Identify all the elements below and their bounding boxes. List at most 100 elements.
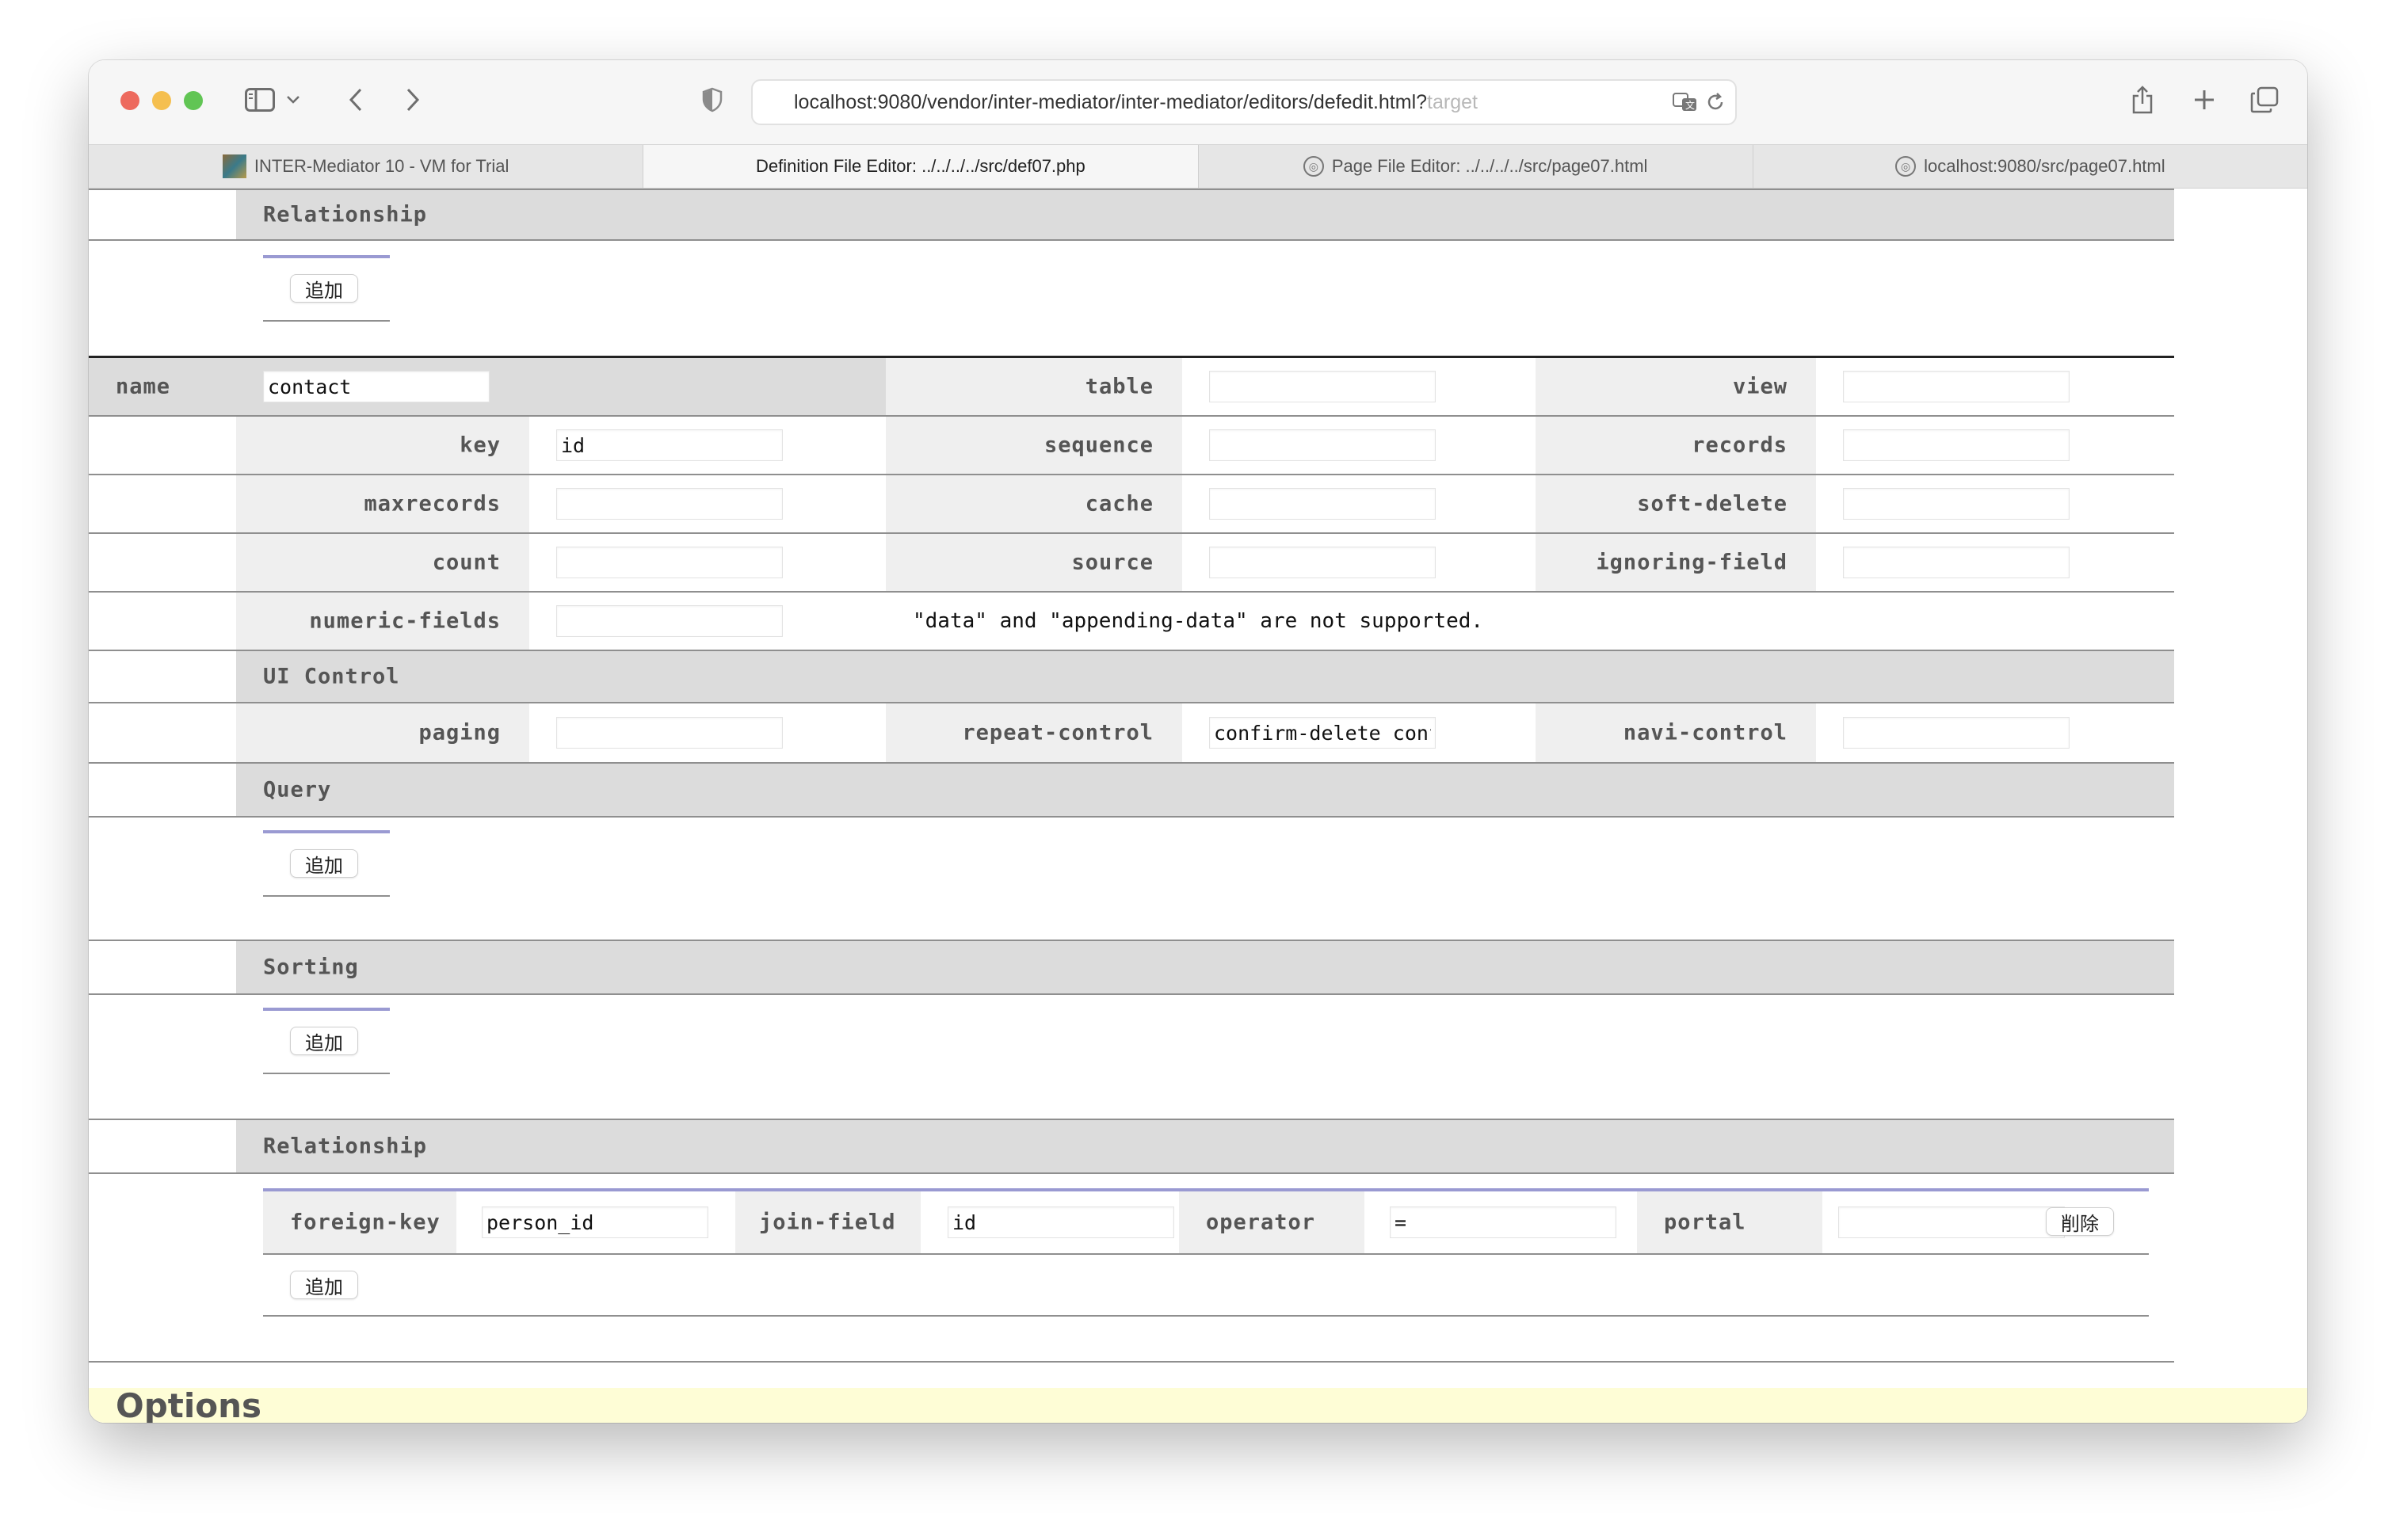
query-body: 追加 [89,818,2174,941]
navi-control-label: navi-control [1623,720,1787,745]
tab-page07[interactable]: ◎ localhost:9080/src/page07.html [1753,145,2307,188]
reload-icon[interactable] [1705,92,1726,112]
privacy-shield-icon[interactable] [700,84,724,116]
chevron-down-icon[interactable] [284,84,303,116]
context-row-numeric-fields: numeric-fields "data" and "appending-dat… [89,593,2174,651]
table-label-cell: table [886,358,1182,415]
name-input[interactable] [263,371,490,402]
numeric-fields-label: numeric-fields [309,608,501,634]
relationship-body: foreign-key join-field operator portal 削… [89,1174,2174,1363]
relationship-add-button[interactable]: 追加 [290,1271,358,1299]
count-input[interactable] [556,547,783,578]
context-row-maxrecords: maxrecords cache soft-delete [89,475,2174,534]
url-text: localhost:9080/vendor/inter-mediator/int… [794,90,1428,113]
query-header-row: Query [89,764,2174,818]
source-label: source [1071,550,1154,575]
add-box: 追加 [263,1008,390,1074]
section-title: Relationship [263,1134,428,1159]
address-bar[interactable]: localhost:9080/vendor/inter-mediator/int… [751,79,1737,125]
table-input[interactable] [1209,371,1436,402]
count-label-cell: count [236,534,529,591]
tab-page-file-editor[interactable]: ◎ Page File Editor: ../../../../src/page… [1199,145,1753,188]
app-favicon-icon [222,154,246,178]
section-header: Relationship [236,1120,2174,1172]
add-box: 追加 [263,830,390,897]
tab-label: Definition File Editor: ../../../../src/… [756,156,1085,176]
source-input[interactable] [1209,547,1436,578]
join-field-label: join-field [759,1210,896,1235]
sorting-header-row: Sorting [89,941,2174,995]
section-header: Sorting [236,941,2174,993]
options-title: Options [116,1386,261,1423]
count-label: count [432,550,501,575]
numeric-fields-label-cell: numeric-fields [236,593,529,650]
tab-definition-file-editor[interactable]: Definition File Editor: ../../../../src/… [643,145,1199,188]
tab-label: INTER-Mediator 10 - VM for Trial [254,156,509,176]
key-label-cell: key [236,417,529,474]
context-row-count: count source ignoring-field [89,534,2174,593]
relationship-item: foreign-key join-field operator portal 削… [263,1188,2149,1255]
relationship-delete-button[interactable]: 削除 [2046,1207,2114,1236]
operator-label: operator [1206,1210,1316,1235]
query-add-button[interactable]: 追加 [290,849,358,878]
relationship-header-row: Relationship [89,1120,2174,1174]
view-input[interactable] [1843,371,2070,402]
page-content: Relationship 追加 name table view [89,189,2307,1423]
forward-icon[interactable] [401,84,425,116]
operator-input[interactable] [1390,1206,1616,1238]
table-label: table [1085,374,1154,399]
sorting-body: 追加 [89,995,2174,1120]
ignoring-field-label: ignoring-field [1596,550,1787,575]
compass-icon: ◎ [1895,156,1917,177]
translate-icon[interactable]: 文 [1672,90,1699,114]
foreign-key-input[interactable] [482,1206,708,1238]
soft-delete-input[interactable] [1843,488,2070,520]
cache-input[interactable] [1209,488,1436,520]
cache-label-cell: cache [886,475,1182,532]
paging-label-cell: paging [236,703,529,762]
cache-label: cache [1085,491,1154,517]
maxrecords-label-cell: maxrecords [236,475,529,532]
paging-input[interactable] [556,717,783,749]
records-input[interactable] [1843,429,2070,461]
data-support-note: "data" and "appending-data" are not supp… [913,609,1484,633]
tab-label: localhost:9080/src/page07.html [1924,156,2165,176]
close-window-button[interactable] [120,91,139,110]
sequence-input[interactable] [1209,429,1436,461]
section-header: UI Control [236,651,2174,702]
tab-inter-mediator[interactable]: INTER-Mediator 10 - VM for Trial [89,145,644,188]
portal-input[interactable] [1838,1206,2065,1238]
maxrecords-input[interactable] [556,488,783,520]
tab-overview-icon[interactable] [2249,84,2280,116]
compass-icon: ◎ [1303,156,1324,177]
context-row-key: key sequence records [89,417,2174,475]
repeat-control-label: repeat-control [962,720,1154,745]
repeat-control-input[interactable] [1209,717,1436,749]
minimize-window-button[interactable] [152,91,171,110]
foreign-key-label-cell: foreign-key [263,1191,456,1253]
ignoring-field-input[interactable] [1843,547,2070,578]
soft-delete-label: soft-delete [1637,491,1787,517]
soft-delete-label-cell: soft-delete [1536,475,1816,532]
back-icon[interactable] [344,84,368,116]
join-field-input[interactable] [948,1206,1174,1238]
sorting-add-button[interactable]: 追加 [290,1027,358,1055]
add-button[interactable]: 追加 [290,274,358,303]
portal-label: portal [1664,1210,1746,1235]
sidebar-toggle-icon[interactable] [244,84,276,116]
numeric-fields-input[interactable] [556,605,783,637]
foreign-key-label: foreign-key [290,1210,441,1235]
view-label-cell: view [1536,358,1816,415]
maxrecords-label: maxrecords [364,491,501,517]
section-title: UI Control [263,664,400,689]
zoom-window-button[interactable] [184,91,203,110]
new-tab-icon[interactable] [2190,84,2219,116]
repeat-control-label-cell: repeat-control [886,703,1182,762]
join-field-label-cell: join-field [735,1191,921,1253]
ignoring-field-label-cell: ignoring-field [1536,534,1816,591]
key-input[interactable] [556,429,783,461]
ui-control-row: paging repeat-control navi-control [89,703,2174,764]
share-icon[interactable] [2127,84,2158,116]
navi-control-input[interactable] [1843,717,2070,749]
source-label-cell: source [886,534,1182,591]
